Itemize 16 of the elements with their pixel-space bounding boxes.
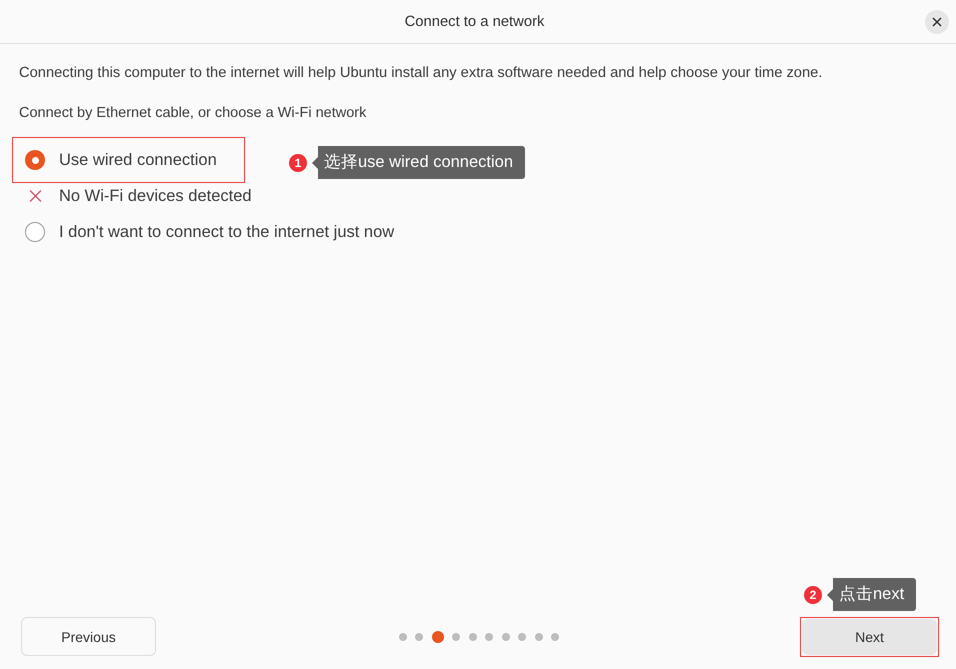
annotation-callout: 点击next (827, 578, 916, 611)
option-label[interactable]: I don't want to connect to the internet just now (59, 222, 394, 242)
close-icon (932, 16, 942, 26)
previous-button[interactable]: Previous (21, 617, 156, 656)
next-button[interactable]: Next (802, 618, 937, 654)
option-label[interactable]: Use wired connection (59, 150, 217, 170)
intro-text: Connecting this computer to the internet will help Ubuntu install any extra software needed and help choose your time zone. (19, 65, 824, 82)
annotation-callout: 选择use wired connection (312, 146, 526, 179)
close-button[interactable] (925, 10, 949, 34)
status-text: No Wi-Fi devices detected (59, 186, 252, 206)
radio-button[interactable] (25, 222, 45, 242)
radio-button[interactable] (25, 150, 45, 170)
prompt-text: Connect by Ethernet cable, or choose a Wi-Fi network (19, 105, 368, 122)
step-badge: 2 (804, 586, 822, 604)
step-badge: 1 (289, 154, 307, 172)
window-title: Connect to a network (404, 14, 544, 30)
